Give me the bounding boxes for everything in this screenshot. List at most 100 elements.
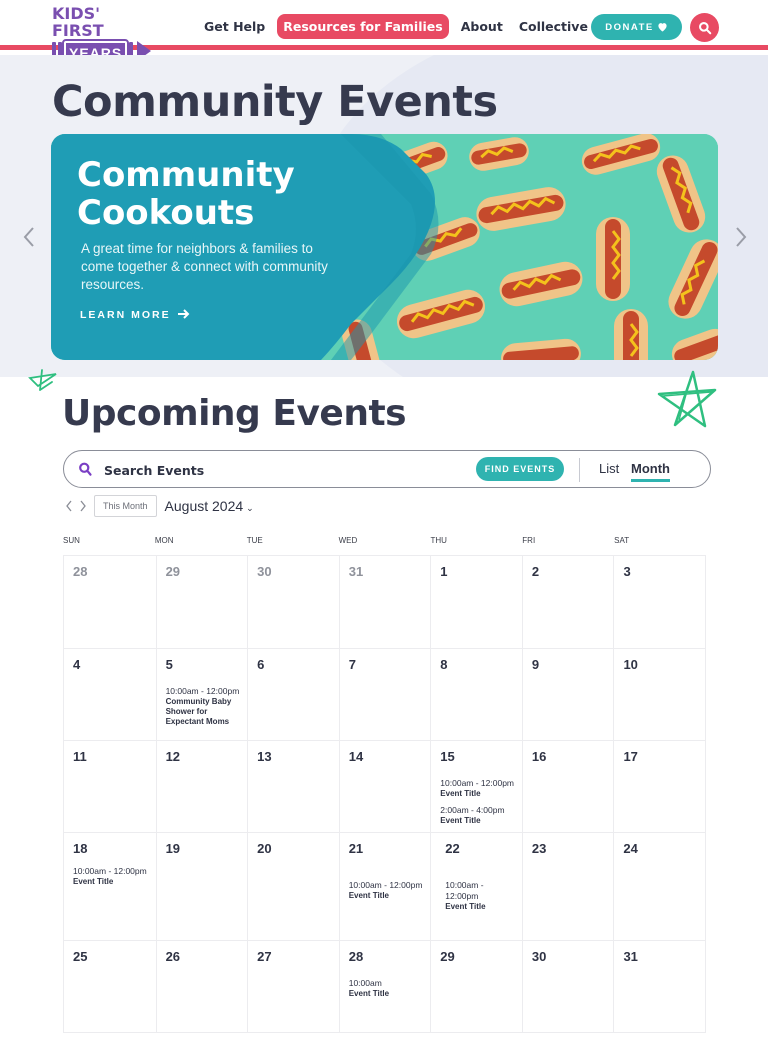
donate-label: DONATE bbox=[605, 21, 654, 33]
featured-event-banner[interactable]: Community Cookouts A great time for neig… bbox=[51, 134, 718, 360]
day-number: 31 bbox=[623, 949, 638, 964]
day-number: 31 bbox=[348, 564, 364, 579]
heart-icon bbox=[658, 23, 667, 32]
event-time: 10:00am - 12:00pm bbox=[348, 880, 423, 890]
day-number: 22 bbox=[445, 841, 460, 856]
day-number: 15 bbox=[440, 749, 455, 764]
calendar-day-cell[interactable]: 19 bbox=[155, 833, 248, 940]
nav-resources-for-families[interactable]: Resources for Families bbox=[277, 14, 449, 39]
events-search-input[interactable] bbox=[104, 460, 464, 480]
chevron-left-icon bbox=[66, 500, 72, 512]
day-number: 16 bbox=[531, 749, 547, 764]
calendar-event[interactable]: 10:00am - 12:00pm Event Title bbox=[349, 880, 427, 901]
chevron-down-icon: ⌄ bbox=[246, 503, 254, 513]
calendar-day-cell[interactable]: 31 bbox=[338, 556, 431, 648]
learn-more-link[interactable]: LEARN MORE bbox=[80, 309, 190, 321]
calendar-day-cell[interactable]: 9 bbox=[521, 649, 614, 740]
chevron-right-icon bbox=[736, 227, 747, 247]
calendar-day-cell[interactable]: 14 bbox=[338, 741, 431, 832]
day-number: 19 bbox=[165, 841, 181, 856]
page-title: Community Events bbox=[52, 77, 498, 127]
event-time: 10:00am - 12:00pm bbox=[440, 778, 515, 788]
nav-about[interactable]: About bbox=[457, 15, 507, 38]
day-number: 1 bbox=[440, 564, 448, 579]
find-events-button[interactable]: FIND EVENTS bbox=[476, 457, 564, 481]
calendar-day-cell[interactable]: 25 bbox=[64, 941, 156, 1032]
calendar-day-cell[interactable]: 21 10:00am - 12:00pm Event Title bbox=[338, 833, 431, 940]
header-search-button[interactable] bbox=[690, 13, 719, 42]
carousel-next-button[interactable] bbox=[733, 224, 749, 250]
calendar-day-cell[interactable]: 12 bbox=[155, 741, 248, 832]
calendar-day-cell[interactable]: 16 bbox=[521, 741, 614, 832]
calendar-day-cell[interactable]: 29 bbox=[155, 556, 248, 648]
calendar-event[interactable]: 10:00am - 12:00pm Event Title bbox=[445, 880, 518, 912]
day-number: 30 bbox=[531, 949, 547, 964]
day-number: 23 bbox=[531, 841, 547, 856]
calendar-day-cell[interactable]: 15 10:00am - 12:00pm Event Title 2:00am - 4… bbox=[430, 741, 522, 832]
calendar-day-cell[interactable]: 13 bbox=[247, 741, 339, 832]
day-number: 8 bbox=[440, 657, 448, 672]
calendar-day-cell[interactable]: 1 bbox=[430, 556, 522, 648]
calendar-event[interactable]: 10:00am Event Title bbox=[349, 978, 427, 999]
day-number: 21 bbox=[348, 841, 364, 856]
next-month-button[interactable] bbox=[76, 496, 90, 516]
calendar-day-cell[interactable]: 10 bbox=[613, 649, 705, 740]
this-month-button[interactable]: This Month bbox=[94, 495, 157, 517]
calendar-day-cell[interactable]: 28 10:00am Event Title bbox=[338, 941, 431, 1032]
nav-get-help[interactable]: Get Help bbox=[200, 15, 269, 38]
day-number: 27 bbox=[257, 949, 272, 964]
event-time: 10:00am - 12:00pm bbox=[445, 880, 484, 901]
event-time: 10:00am - 12:00pm bbox=[165, 686, 240, 696]
day-number: 6 bbox=[257, 657, 265, 672]
main-nav: Get Help Resources for Families About Co… bbox=[200, 14, 645, 39]
event-time: 2:00am - 4:00pm bbox=[440, 805, 505, 815]
calendar-event[interactable]: 10:00am - 12:00pm Event Title bbox=[73, 866, 152, 887]
view-divider bbox=[579, 458, 580, 482]
calendar-day-cell[interactable]: 27 bbox=[247, 941, 339, 1032]
calendar-day-cell[interactable]: 7 bbox=[338, 649, 431, 740]
calendar-day-cell[interactable]: 26 bbox=[155, 941, 248, 1032]
calendar-day-cell[interactable]: 8 bbox=[430, 649, 522, 740]
event-title: Event Title bbox=[348, 989, 390, 998]
calendar-day-cell[interactable]: 30 bbox=[247, 556, 339, 648]
calendar-day-cell[interactable]: 23 bbox=[521, 833, 614, 940]
calendar-day-cell[interactable]: 5 10:00am - 12:00pm Community Baby Shower … bbox=[155, 649, 248, 740]
calendar-day-cell[interactable]: 17 bbox=[613, 741, 705, 832]
calendar-day-cell[interactable]: 30 bbox=[521, 941, 614, 1032]
view-month-tab[interactable]: Month bbox=[631, 461, 670, 482]
month-picker[interactable]: August 2024 ⌄ bbox=[165, 498, 254, 514]
day-number: 17 bbox=[623, 749, 638, 764]
calendar-event[interactable]: 10:00am - 12:00pm Event Title bbox=[440, 778, 518, 799]
calendar-day-cell[interactable]: 20 bbox=[247, 833, 339, 940]
calendar-event[interactable]: 10:00am - 12:00pm Community Baby Shower f… bbox=[166, 686, 244, 727]
calendar-event[interactable]: 2:00am - 4:00pm Event Title bbox=[440, 805, 518, 826]
day-number: 12 bbox=[165, 749, 181, 764]
calendar-day-cell[interactable]: 6 bbox=[247, 649, 339, 740]
day-number: 10 bbox=[623, 657, 638, 672]
calendar-day-cell[interactable]: 2 bbox=[521, 556, 614, 648]
day-number: 14 bbox=[348, 749, 364, 764]
kids-first-years-logo[interactable]: KIDS' FIRST YEARS bbox=[52, 5, 156, 63]
calendar-day-cell[interactable]: 31 bbox=[613, 941, 705, 1032]
donate-button[interactable]: DONATE bbox=[591, 14, 682, 40]
calendar-day-cell[interactable]: 3 bbox=[613, 556, 705, 648]
calendar-day-cell[interactable]: 11 bbox=[64, 741, 156, 832]
calendar-day-cell[interactable]: 28 bbox=[64, 556, 156, 648]
calendar-day-cell[interactable]: 22 10:00am - 12:00pm Event Title bbox=[430, 833, 522, 940]
day-number: 28 bbox=[73, 564, 88, 579]
prev-month-button[interactable] bbox=[62, 496, 76, 516]
day-number: 7 bbox=[348, 657, 356, 672]
calendar-day-cell[interactable]: 29 bbox=[430, 941, 522, 1032]
chevron-left-icon bbox=[23, 227, 34, 247]
day-number: 4 bbox=[73, 657, 81, 672]
calendar-day-cell[interactable]: 18 10:00am - 12:00pm Event Title bbox=[64, 833, 156, 940]
calendar-day-cell[interactable]: 24 bbox=[613, 833, 705, 940]
view-list-tab[interactable]: List bbox=[599, 461, 619, 476]
event-time: 10:00am bbox=[348, 978, 382, 988]
day-number: 3 bbox=[623, 564, 631, 579]
day-number: 25 bbox=[73, 949, 88, 964]
day-of-week-label: MON bbox=[154, 536, 174, 545]
calendar-day-cell[interactable]: 4 bbox=[64, 649, 156, 740]
carousel-prev-button[interactable] bbox=[21, 224, 37, 250]
day-number: 9 bbox=[531, 657, 540, 672]
